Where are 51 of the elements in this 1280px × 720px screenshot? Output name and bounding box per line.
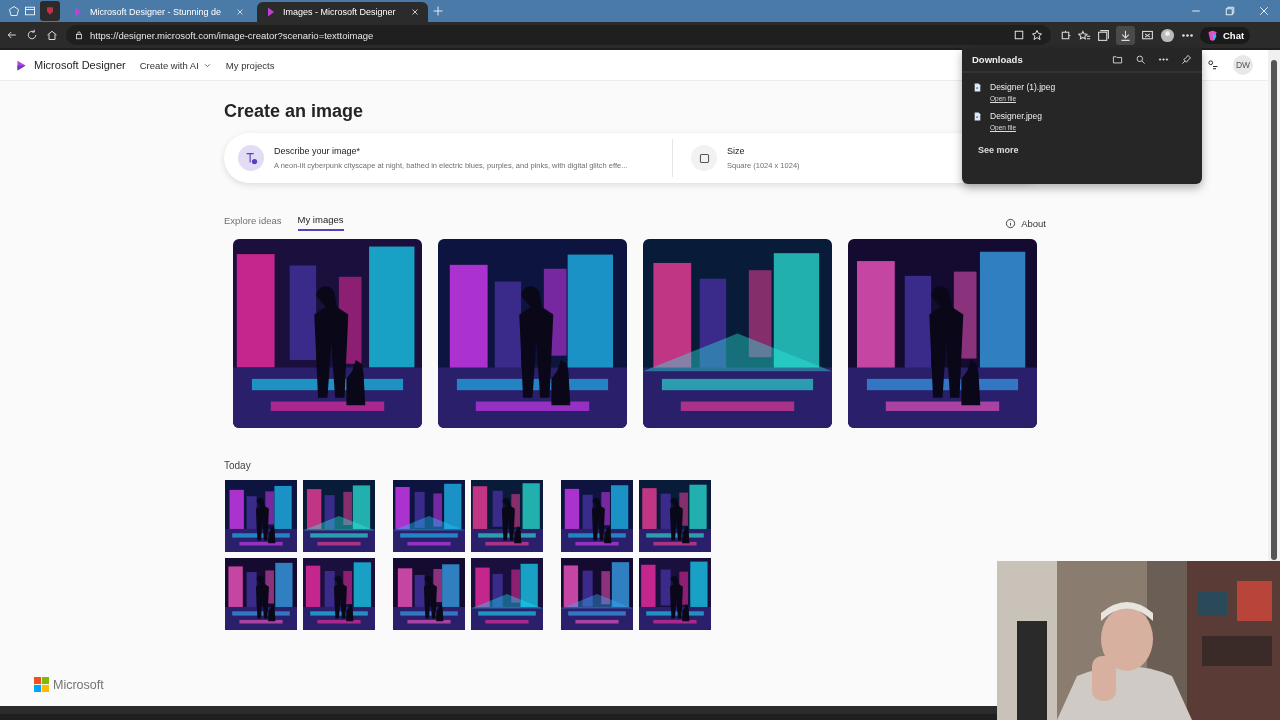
folder-icon[interactable] [1112, 54, 1123, 65]
brand-name: Microsoft Designer [34, 59, 126, 71]
shield-icon [44, 5, 56, 17]
back-icon[interactable] [6, 29, 18, 41]
download-icon [1119, 28, 1132, 42]
lock-icon [74, 30, 84, 40]
file-name[interactable]: Designer.jpeg [990, 111, 1042, 121]
tab-actions-icon[interactable] [24, 5, 36, 17]
footer-brand: Microsoft [53, 677, 104, 692]
new-tab-icon[interactable] [431, 5, 444, 17]
file-name[interactable]: Designer (1).jpeg [990, 82, 1056, 92]
section-heading: Today [224, 460, 252, 471]
download-button[interactable] [1116, 25, 1135, 45]
panel-title: Downloads [972, 54, 1024, 65]
info-icon [1005, 217, 1017, 229]
profile-icon[interactable] [1160, 27, 1175, 43]
close-icon[interactable] [409, 7, 420, 17]
copilot-icon [1206, 28, 1219, 42]
about-button[interactable]: About [1005, 217, 1046, 229]
chat-button[interactable]: Chat [1200, 26, 1251, 44]
browser-tab[interactable]: Microsoft Designer - Stunning de [64, 2, 254, 22]
see-more-link[interactable]: See more [978, 145, 1202, 155]
refresh-icon[interactable] [26, 29, 38, 41]
size-button[interactable] [691, 145, 717, 171]
home-icon[interactable] [46, 29, 58, 41]
field-label: Size [727, 146, 746, 156]
collections-icon[interactable] [1097, 28, 1110, 42]
nav-link[interactable]: My projects [225, 59, 275, 71]
search-icon[interactable] [1135, 54, 1146, 65]
square-icon [697, 151, 711, 165]
tab[interactable]: My images [297, 209, 344, 231]
nav-menu[interactable]: Create with AI [139, 59, 212, 71]
file-icon [973, 111, 982, 122]
text-plus-icon [244, 151, 258, 165]
address-bar[interactable]: https://designer.microsoft.com/image-creator?scenario=texttoimage [66, 25, 1051, 45]
tab[interactable]: Explore ideas [224, 209, 282, 231]
designer-logo-icon [15, 58, 28, 72]
workspaces-icon[interactable] [8, 5, 20, 17]
page-title: Create an image [224, 101, 364, 122]
microsoft-logo-icon [34, 677, 49, 692]
pinned-tab[interactable] [40, 1, 60, 21]
scrollbar-thumb[interactable] [1271, 60, 1277, 560]
user-avatar[interactable]: DW [1233, 55, 1253, 75]
field-label: Describe your image* [274, 146, 362, 156]
restore-icon[interactable] [1224, 5, 1236, 17]
favorites-icon[interactable] [1078, 28, 1091, 42]
close-icon[interactable] [1258, 5, 1270, 17]
file-icon [973, 82, 982, 93]
browser-tab[interactable]: Images - Microsoft Designer [257, 2, 428, 22]
star-icon[interactable] [1031, 29, 1043, 41]
pin-icon[interactable] [1181, 54, 1192, 65]
